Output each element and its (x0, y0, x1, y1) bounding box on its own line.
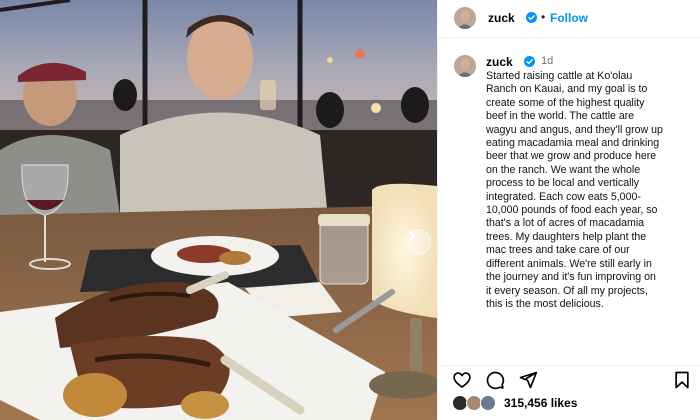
share-icon[interactable] (518, 370, 538, 390)
liker-avatar[interactable] (480, 395, 496, 411)
profile-photo-icon (454, 55, 476, 77)
follow-button[interactable]: Follow (550, 11, 588, 25)
caption-text: Started raising cattle at Ko'olau Ranch … (486, 70, 663, 310)
post-header: zuck • Follow (438, 0, 700, 38)
verified-badge-icon (526, 12, 537, 23)
avatar[interactable] (454, 7, 476, 29)
header-username[interactable]: zuck (488, 11, 515, 25)
avatar[interactable] (454, 55, 476, 77)
likes-count[interactable]: 315,456 likes (504, 396, 577, 410)
caption-username[interactable]: zuck (486, 55, 513, 69)
bookmark-icon[interactable] (672, 370, 692, 390)
post-photo[interactable] (0, 0, 437, 420)
likes-row: 315,456 likes (438, 394, 700, 416)
comment-icon[interactable] (485, 370, 505, 390)
header-separator: • (541, 10, 546, 24)
post-actions-bar (438, 365, 700, 393)
heart-icon[interactable] (452, 370, 472, 390)
verified-badge-icon (524, 56, 535, 67)
dinner-scene-image (0, 0, 437, 420)
post-side-panel: zuck • Follow zuck 1d Started raising ca… (437, 0, 700, 420)
post-timestamp[interactable]: 1d (541, 55, 553, 67)
carousel-next-button[interactable] (405, 229, 431, 255)
chevron-right-icon (409, 231, 415, 241)
profile-photo-icon (454, 7, 476, 29)
